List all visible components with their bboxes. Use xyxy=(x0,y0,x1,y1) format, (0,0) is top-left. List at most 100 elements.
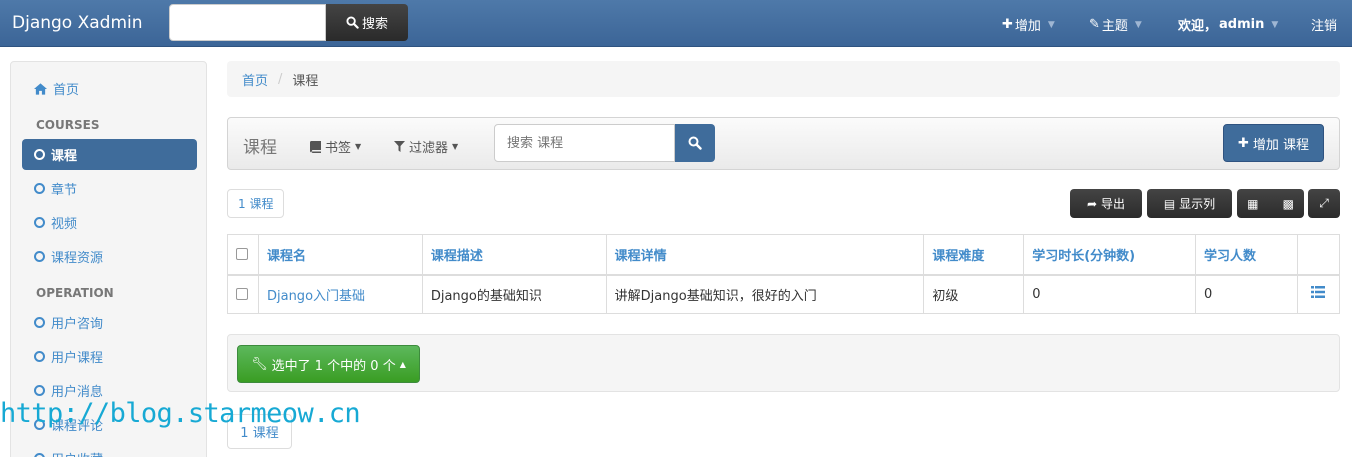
list-toolbar: 课程 书签 ▼ 过滤器 ▼ ✚ 增加 课程 xyxy=(227,117,1340,170)
logout-label: 注销 xyxy=(1311,19,1338,34)
caret-down-icon: ▼ xyxy=(1134,19,1142,30)
sidebar-item-label: 课程 xyxy=(51,149,78,164)
circle-icon xyxy=(34,385,45,396)
caret-down-icon: ▼ xyxy=(355,142,362,151)
add-course-button[interactable]: ✚ 增加 课程 xyxy=(1223,124,1324,162)
display-columns-label: 显示列 xyxy=(1179,197,1216,211)
row-actions-cell xyxy=(1296,274,1341,314)
sidebar-item-course-resources[interactable]: 课程资源 xyxy=(22,241,197,272)
circle-icon xyxy=(34,317,45,328)
add-menu[interactable]: ✚ 增加 ▼ xyxy=(1002,15,1055,34)
user-menu[interactable]: 欢迎， admin ▼ xyxy=(1178,15,1278,34)
column-header[interactable]: 学习时长(分钟数) xyxy=(1023,234,1197,276)
sidebar-item-label: 首页 xyxy=(53,83,80,98)
welcome-text: 欢迎， xyxy=(1178,19,1218,34)
page-title: 课程 xyxy=(243,138,277,158)
table-row: Django入门基础 Django的基础知识 讲解Django基础知识，很好的入… xyxy=(227,274,1341,314)
circle-icon xyxy=(34,149,45,160)
course-degree-cell: 初级 xyxy=(923,274,1025,314)
sidebar-item-label: 课程资源 xyxy=(51,251,104,266)
column-header[interactable]: 课程描述 xyxy=(421,234,607,276)
select-all-checkbox[interactable] xyxy=(236,248,248,261)
circle-icon xyxy=(34,183,45,194)
book-icon xyxy=(310,140,321,153)
search-icon xyxy=(688,136,702,150)
expand-icon: ⤢ xyxy=(1319,196,1329,210)
view-toggle-group: ▦ ▩ xyxy=(1237,189,1304,218)
search-icon xyxy=(346,16,359,29)
top-navbar: Django Xadmin 搜索 ✚ 增加 ▼ ✎ 主题 ▼ 欢迎， admin… xyxy=(0,0,1352,47)
sidebar-section-operation: OPERATION xyxy=(36,286,114,300)
table-header-row: 课程名 课程描述 课程详情 课程难度 学习时长(分钟数) 学习人数 xyxy=(227,234,1341,276)
sidebar-item-home[interactable]: 首页 xyxy=(22,73,197,104)
caret-down-icon: ▼ xyxy=(1047,19,1055,30)
row-checkbox[interactable] xyxy=(236,288,248,301)
global-search-button[interactable]: 搜索 xyxy=(326,4,408,41)
breadcrumb-home-link[interactable]: 首页 xyxy=(242,70,268,89)
circle-icon xyxy=(34,251,45,262)
sidebar-item-videos[interactable]: 视频 xyxy=(22,207,197,238)
list-alt-icon: ▤ xyxy=(1163,196,1176,211)
username: admin xyxy=(1219,17,1265,32)
students-cell: 0 xyxy=(1195,274,1298,314)
bookmarks-menu[interactable]: 书签 ▼ xyxy=(310,137,361,156)
breadcrumb-current: 课程 xyxy=(292,73,319,89)
course-desc-cell: Django的基础知识 xyxy=(421,274,607,314)
result-table: 课程名 课程描述 课程详情 课程难度 学习时长(分钟数) 学习人数 Django… xyxy=(227,234,1341,314)
caret-up-icon: ▲ xyxy=(399,359,406,369)
th-large-icon[interactable]: ▦ xyxy=(1247,197,1258,211)
column-header-actions xyxy=(1296,234,1341,276)
wrench-icon: 🔧︎ xyxy=(251,356,268,372)
share-icon: ➦ xyxy=(1086,196,1098,211)
brand-title[interactable]: Django Xadmin xyxy=(12,13,143,33)
bulk-action-button[interactable]: 🔧︎ 选中了 1 个中的 0 个 ▲ xyxy=(237,345,420,383)
theme-menu[interactable]: ✎ 主题 ▼ xyxy=(1089,15,1142,34)
filters-menu[interactable]: 过滤器 ▼ xyxy=(394,137,458,156)
export-button[interactable]: ➦ 导出 xyxy=(1070,189,1142,218)
magic-wand-icon: ✎ xyxy=(1089,17,1100,32)
add-course-label: 增加 课程 xyxy=(1252,137,1310,153)
sidebar-item-label: 用户课程 xyxy=(51,351,104,366)
fullscreen-button[interactable]: ⤢ xyxy=(1308,189,1340,218)
global-search-input[interactable] xyxy=(169,4,326,41)
sidebar-item-label: 用户收藏 xyxy=(51,449,103,457)
select-all-cell xyxy=(227,234,259,276)
column-header[interactable]: 学习人数 xyxy=(1195,234,1298,276)
plus-icon: ✚ xyxy=(1002,17,1013,32)
add-menu-label: 增加 xyxy=(1014,19,1041,34)
filters-label: 过滤器 xyxy=(409,141,449,156)
th-icon[interactable]: ▩ xyxy=(1283,197,1294,211)
sidebar-item-user-favorites[interactable]: 用户收藏 xyxy=(22,443,197,457)
sidebar-item-user-courses[interactable]: 用户课程 xyxy=(22,341,197,372)
sidebar-item-courses[interactable]: 课程 xyxy=(22,139,197,170)
display-columns-button[interactable]: ▤ 显示列 xyxy=(1147,189,1232,218)
sidebar-item-label: 用户咨询 xyxy=(51,317,104,332)
bulk-action-label: 选中了 1 个中的 0 个 xyxy=(271,358,396,374)
list-search xyxy=(494,124,715,162)
column-header[interactable]: 课程详情 xyxy=(605,234,925,276)
theme-menu-label: 主题 xyxy=(1101,19,1128,34)
breadcrumb-separator: / xyxy=(278,71,283,87)
sidebar-item-user-ask[interactable]: 用户咨询 xyxy=(22,307,197,338)
sidebar-item-lessons[interactable]: 章节 xyxy=(22,173,197,204)
action-bar: 🔧︎ 选中了 1 个中的 0 个 ▲ xyxy=(227,334,1340,392)
list-icon[interactable] xyxy=(1311,286,1326,299)
export-label: 导出 xyxy=(1101,197,1126,211)
course-name-link[interactable]: Django入门基础 xyxy=(267,289,365,304)
logout-link[interactable]: 注销 xyxy=(1311,15,1337,34)
list-search-button[interactable] xyxy=(675,124,715,162)
circle-icon xyxy=(34,453,45,457)
circle-icon xyxy=(34,217,45,228)
result-count: 1 课程 xyxy=(227,189,285,218)
column-header[interactable]: 课程名 xyxy=(257,234,423,276)
filter-icon xyxy=(394,141,405,152)
bookmarks-label: 书签 xyxy=(325,141,352,156)
breadcrumb: 首页 / 课程 xyxy=(227,61,1340,97)
caret-down-icon: ▼ xyxy=(452,142,459,151)
plus-icon: ✚ xyxy=(1237,135,1249,151)
list-search-input[interactable] xyxy=(494,124,675,162)
caret-down-icon: ▼ xyxy=(1271,19,1279,30)
course-name-cell: Django入门基础 xyxy=(257,274,423,314)
circle-icon xyxy=(34,351,45,362)
column-header[interactable]: 课程难度 xyxy=(923,234,1025,276)
